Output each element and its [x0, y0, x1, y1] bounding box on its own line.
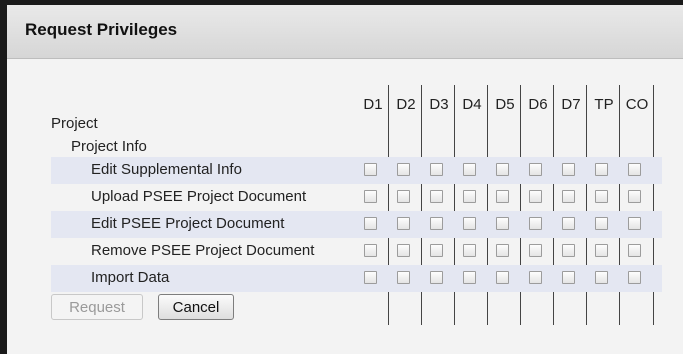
column-header-d1: D1: [363, 96, 383, 113]
checkbox-d4[interactable]: [463, 271, 476, 284]
checkbox-d6[interactable]: [529, 217, 542, 230]
request-button[interactable]: Request: [51, 294, 143, 320]
checkbox-d3[interactable]: [430, 244, 443, 257]
checkbox-co[interactable]: [628, 163, 641, 176]
column-header-d4: D4: [462, 96, 482, 113]
column-header-d6: D6: [528, 96, 548, 113]
privilege-label: Edit PSEE Project Document: [91, 215, 285, 232]
request-privileges-dialog: Request Privileges D1 D2 D3 D4 D5 D6 D7 …: [0, 0, 683, 354]
privilege-row: Edit Supplemental Info: [51, 157, 662, 184]
checkbox-d4[interactable]: [463, 244, 476, 257]
checkbox-d2[interactable]: [397, 271, 410, 284]
checkbox-d3[interactable]: [430, 217, 443, 230]
dialog-title: Request Privileges: [25, 20, 178, 39]
checkbox-d5[interactable]: [496, 244, 509, 257]
privilege-label: Edit Supplemental Info: [91, 161, 242, 178]
checkbox-d2[interactable]: [397, 190, 410, 203]
dialog-titlebar: Request Privileges: [7, 5, 683, 59]
checkbox-d1[interactable]: [364, 190, 377, 203]
checkbox-d6[interactable]: [529, 163, 542, 176]
checkbox-d1[interactable]: [364, 271, 377, 284]
privilege-row: Edit PSEE Project Document: [51, 211, 662, 238]
checkbox-d6[interactable]: [529, 271, 542, 284]
checkbox-tp[interactable]: [595, 163, 608, 176]
privilege-row: Import Data: [51, 265, 662, 292]
checkbox-tp[interactable]: [595, 217, 608, 230]
privilege-label: Remove PSEE Project Document: [91, 242, 315, 259]
checkbox-d2[interactable]: [397, 163, 410, 176]
checkbox-d4[interactable]: [463, 217, 476, 230]
checkbox-co[interactable]: [628, 271, 641, 284]
checkbox-co[interactable]: [628, 244, 641, 257]
column-header-d2: D2: [396, 96, 416, 113]
checkbox-d5[interactable]: [496, 190, 509, 203]
checkbox-d1[interactable]: [364, 217, 377, 230]
privilege-label: Import Data: [91, 269, 170, 286]
privilege-label: Upload PSEE Project Document: [91, 188, 307, 205]
cancel-button[interactable]: Cancel: [158, 294, 234, 320]
checkbox-d7[interactable]: [562, 163, 575, 176]
column-header-d3: D3: [429, 96, 449, 113]
checkbox-co[interactable]: [628, 190, 641, 203]
checkbox-d4[interactable]: [463, 190, 476, 203]
column-header-d7: D7: [561, 96, 581, 113]
tree-node-project-info: Project Info: [71, 138, 147, 155]
tree-node-project: Project: [51, 115, 98, 132]
checkbox-d7[interactable]: [562, 271, 575, 284]
checkbox-d2[interactable]: [397, 217, 410, 230]
privilege-row: Remove PSEE Project Document: [51, 238, 662, 265]
checkbox-d6[interactable]: [529, 244, 542, 257]
privilege-row: Upload PSEE Project Document: [51, 184, 662, 211]
checkbox-tp[interactable]: [595, 190, 608, 203]
checkbox-d4[interactable]: [463, 163, 476, 176]
checkbox-d7[interactable]: [562, 217, 575, 230]
checkbox-co[interactable]: [628, 217, 641, 230]
checkbox-d1[interactable]: [364, 163, 377, 176]
checkbox-d1[interactable]: [364, 244, 377, 257]
checkbox-d6[interactable]: [529, 190, 542, 203]
checkbox-tp[interactable]: [595, 271, 608, 284]
column-header-d5: D5: [495, 96, 515, 113]
checkbox-d3[interactable]: [430, 271, 443, 284]
checkbox-d5[interactable]: [496, 217, 509, 230]
checkbox-d3[interactable]: [430, 190, 443, 203]
column-header-tp: TP: [594, 96, 614, 113]
checkbox-d7[interactable]: [562, 190, 575, 203]
column-header-co: CO: [625, 96, 649, 113]
checkbox-d3[interactable]: [430, 163, 443, 176]
checkbox-tp[interactable]: [595, 244, 608, 257]
checkbox-d2[interactable]: [397, 244, 410, 257]
checkbox-d5[interactable]: [496, 163, 509, 176]
checkbox-d5[interactable]: [496, 271, 509, 284]
checkbox-d7[interactable]: [562, 244, 575, 257]
privileges-grid: D1 D2 D3 D4 D5 D6 D7 TP CO Project Proje…: [7, 59, 683, 354]
